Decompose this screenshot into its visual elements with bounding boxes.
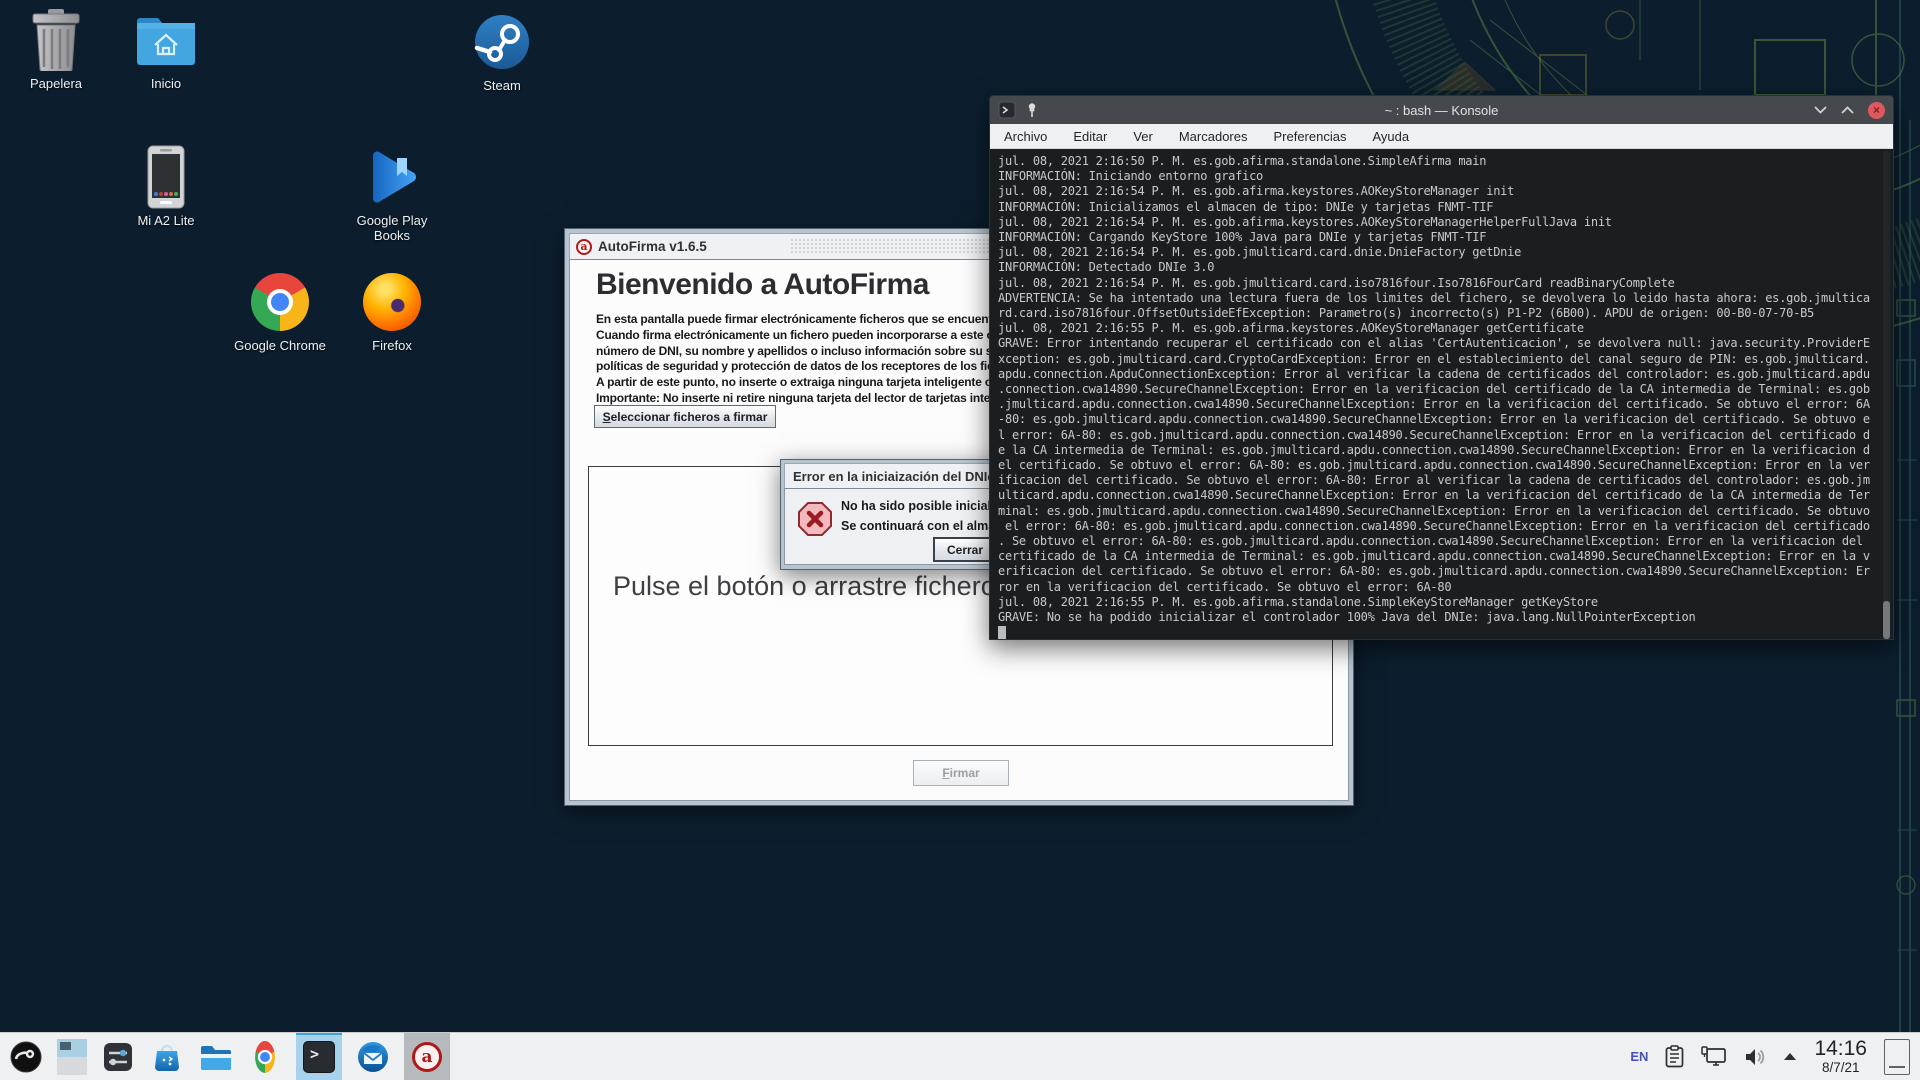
task-discover[interactable] [149,1039,185,1075]
konsole-titlebar[interactable]: ~ : bash — Konsole × [990,96,1893,124]
terminal-cursor [998,626,1006,639]
select-files-button-label: Seleccionar ficheros a firmar [603,410,768,424]
sign-button-label: Firmar [942,766,979,780]
desktop-icon-steam[interactable]: Steam [446,10,558,93]
firefox-icon [363,273,421,331]
desktop-icon-home[interactable]: Inicio [110,8,222,91]
error-dialog-title: Error en la iniciaización del DNIe [793,469,995,484]
menu-editar[interactable]: Editar [1073,129,1107,144]
error-close-button-label: Cerrar [947,543,983,557]
sign-button[interactable]: Firmar [913,760,1009,786]
task-dolphin[interactable] [198,1039,234,1075]
desktop-icon-firefox[interactable]: Firefox [336,270,448,353]
desktop-icon-label: Steam [446,78,558,93]
steam-icon [474,14,530,70]
autofirma-icon: a [412,1042,442,1072]
menu-archivo[interactable]: Archivo [1004,129,1047,144]
keyboard-layout-indicator[interactable]: EN [1630,1049,1648,1064]
terminal-scrollbar-track[interactable] [1883,151,1890,637]
phone-icon [147,145,185,209]
task-autofirma[interactable]: a [404,1033,450,1080]
select-files-button[interactable]: Seleccionar ficheros a firmar [594,405,776,428]
network-display-icon[interactable] [1701,1046,1727,1068]
task-chrome[interactable] [247,1039,283,1075]
clock[interactable]: 14:16 8/7/21 [1814,1038,1867,1075]
desktop: Papelera Inicio Steam [0,0,1920,1080]
autofirma-logo-icon: a [576,239,592,255]
konsole-icon: > [303,1041,335,1073]
chrome-icon [251,273,309,331]
menu-ayuda[interactable]: Ayuda [1372,129,1409,144]
desktop-icon-label: Google Play Books [350,213,434,243]
desktop-icon-label: Mi A2 Lite [110,213,222,228]
task-konsole-active[interactable]: > [296,1033,342,1080]
task-thunderbird[interactable] [355,1039,391,1075]
desktop-icon-label: Papelera [0,76,112,91]
konsole-window: ~ : bash — Konsole × Archivo Editar Ver … [989,95,1894,640]
chrome-icon [255,1041,275,1073]
menu-ver[interactable]: Ver [1133,129,1153,144]
app-launcher-button[interactable] [8,1039,44,1075]
close-icon[interactable]: × [1868,102,1885,119]
systray-expand-icon[interactable] [1783,1052,1797,1061]
clipboard-icon[interactable] [1665,1045,1684,1068]
desktop-icon-label: Firefox [336,338,448,353]
desktop-icon-play-books[interactable]: Google Play Books [336,145,448,245]
discover-icon [151,1041,183,1073]
opensuse-icon [10,1041,42,1073]
volume-icon[interactable] [1744,1047,1766,1067]
desktop-icon-label: Inicio [110,76,222,91]
settings-icon [102,1041,134,1073]
home-folder-icon [135,13,197,67]
drop-area-text: Pulse el botón o arrastre ficheros [613,571,1009,602]
autofirma-heading: Bienvenido a AutoFirma [596,268,929,302]
terminal-output[interactable]: jul. 08, 2021 2:16:50 P. M. es.gob.afirm… [990,149,1893,639]
pager-desktop-1[interactable] [57,1039,87,1057]
play-books-icon [364,149,420,205]
maximize-icon[interactable] [1841,106,1854,114]
pager-desktop-2[interactable] [57,1057,87,1075]
file-manager-icon [199,1042,233,1072]
trash-icon [27,9,85,71]
terminal-log-text: jul. 08, 2021 2:16:50 P. M. es.gob.afirm… [998,154,1879,625]
minimize-icon[interactable] [1814,106,1827,114]
menu-preferencias[interactable]: Preferencias [1273,129,1346,144]
konsole-window-title: ~ : bash — Konsole [990,103,1893,118]
error-message-line1: No ha sido posible inicializa [841,499,1008,513]
menu-marcadores[interactable]: Marcadores [1179,129,1248,144]
error-icon [797,501,833,537]
error-close-button[interactable]: Cerrar [933,537,997,562]
virtual-desktop-pager[interactable] [57,1039,87,1075]
taskbar: > a EN [0,1032,1920,1080]
autofirma-window-title: AutoFirma v1.6.5 [598,239,707,254]
error-message-line2: Se continuará con el almacé [841,519,1009,533]
desktop-icon-trash[interactable]: Papelera [0,8,112,91]
terminal-scrollbar-thumb[interactable] [1883,601,1890,639]
konsole-menubar: Archivo Editar Ver Marcadores Preferenci… [990,124,1893,149]
desktop-icon-label: Google Chrome [224,338,336,353]
show-desktop-button[interactable] [1884,1039,1910,1075]
task-system-settings[interactable] [100,1039,136,1075]
desktop-icon-phone[interactable]: Mi A2 Lite [110,145,222,228]
clock-time: 14:16 [1814,1038,1867,1059]
clock-date: 8/7/21 [1814,1061,1867,1075]
desktop-icon-chrome[interactable]: Google Chrome [224,270,336,353]
thunderbird-icon [357,1041,389,1073]
